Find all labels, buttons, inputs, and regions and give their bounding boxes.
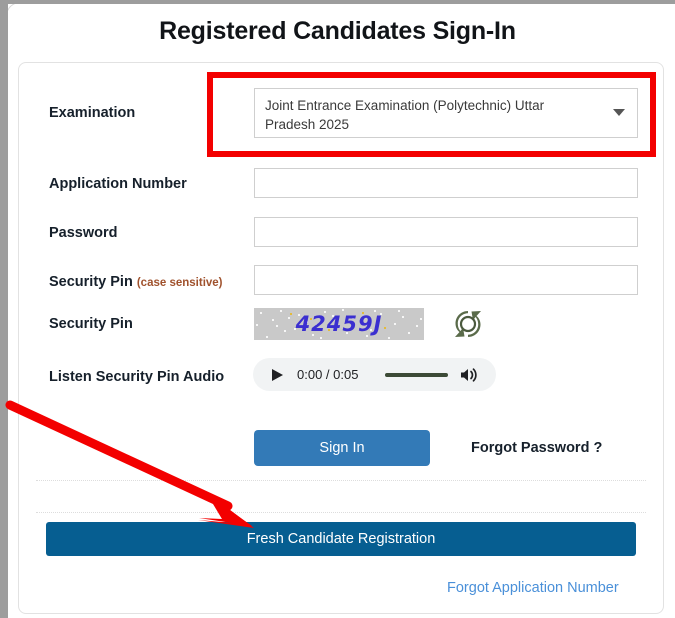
chevron-down-icon[interactable] [613,109,625,116]
examination-select[interactable]: Joint Entrance Examination (Polytechnic)… [254,88,638,138]
sign-in-button[interactable]: Sign In [254,430,430,466]
application-number-input[interactable] [254,168,638,198]
security-pin-label: Security Pin (case sensitive) [49,274,223,290]
audio-time-display: 0:00 / 0:05 [297,367,359,382]
divider-top [36,480,646,481]
security-pin-image-label: Security Pin [49,316,133,332]
window-top-edge [0,0,675,4]
divider-bottom [36,512,646,513]
audio-progress-bar[interactable] [385,373,448,377]
audio-player[interactable]: 0:00 / 0:05 [253,358,496,391]
security-pin-input[interactable] [254,265,638,295]
forgot-application-number-link[interactable]: Forgot Application Number [447,580,619,596]
password-input[interactable] [254,217,638,247]
password-label: Password [49,225,118,241]
security-pin-label-text: Security Pin [49,274,133,290]
fresh-candidate-registration-button[interactable]: Fresh Candidate Registration [46,522,636,556]
volume-icon[interactable] [459,367,479,383]
examination-label: Examination [49,105,136,121]
case-sensitive-note: (case sensitive) [136,277,223,289]
play-icon[interactable] [272,369,283,381]
listen-audio-label: Listen Security Pin Audio [49,369,225,385]
captcha-text: 42459J [295,312,383,336]
page-title: Registered Candidates Sign-In [159,17,516,45]
forgot-password-link[interactable]: Forgot Password ? [471,440,602,456]
application-number-label: Application Number [49,176,187,192]
refresh-icon[interactable] [452,308,484,340]
window-left-edge [0,0,8,618]
signin-page: Registered Candidates Sign-In Examinatio… [0,0,675,618]
captcha-image: 42459J [254,308,424,340]
examination-selected-value: Joint Entrance Examination (Polytechnic)… [265,98,545,132]
